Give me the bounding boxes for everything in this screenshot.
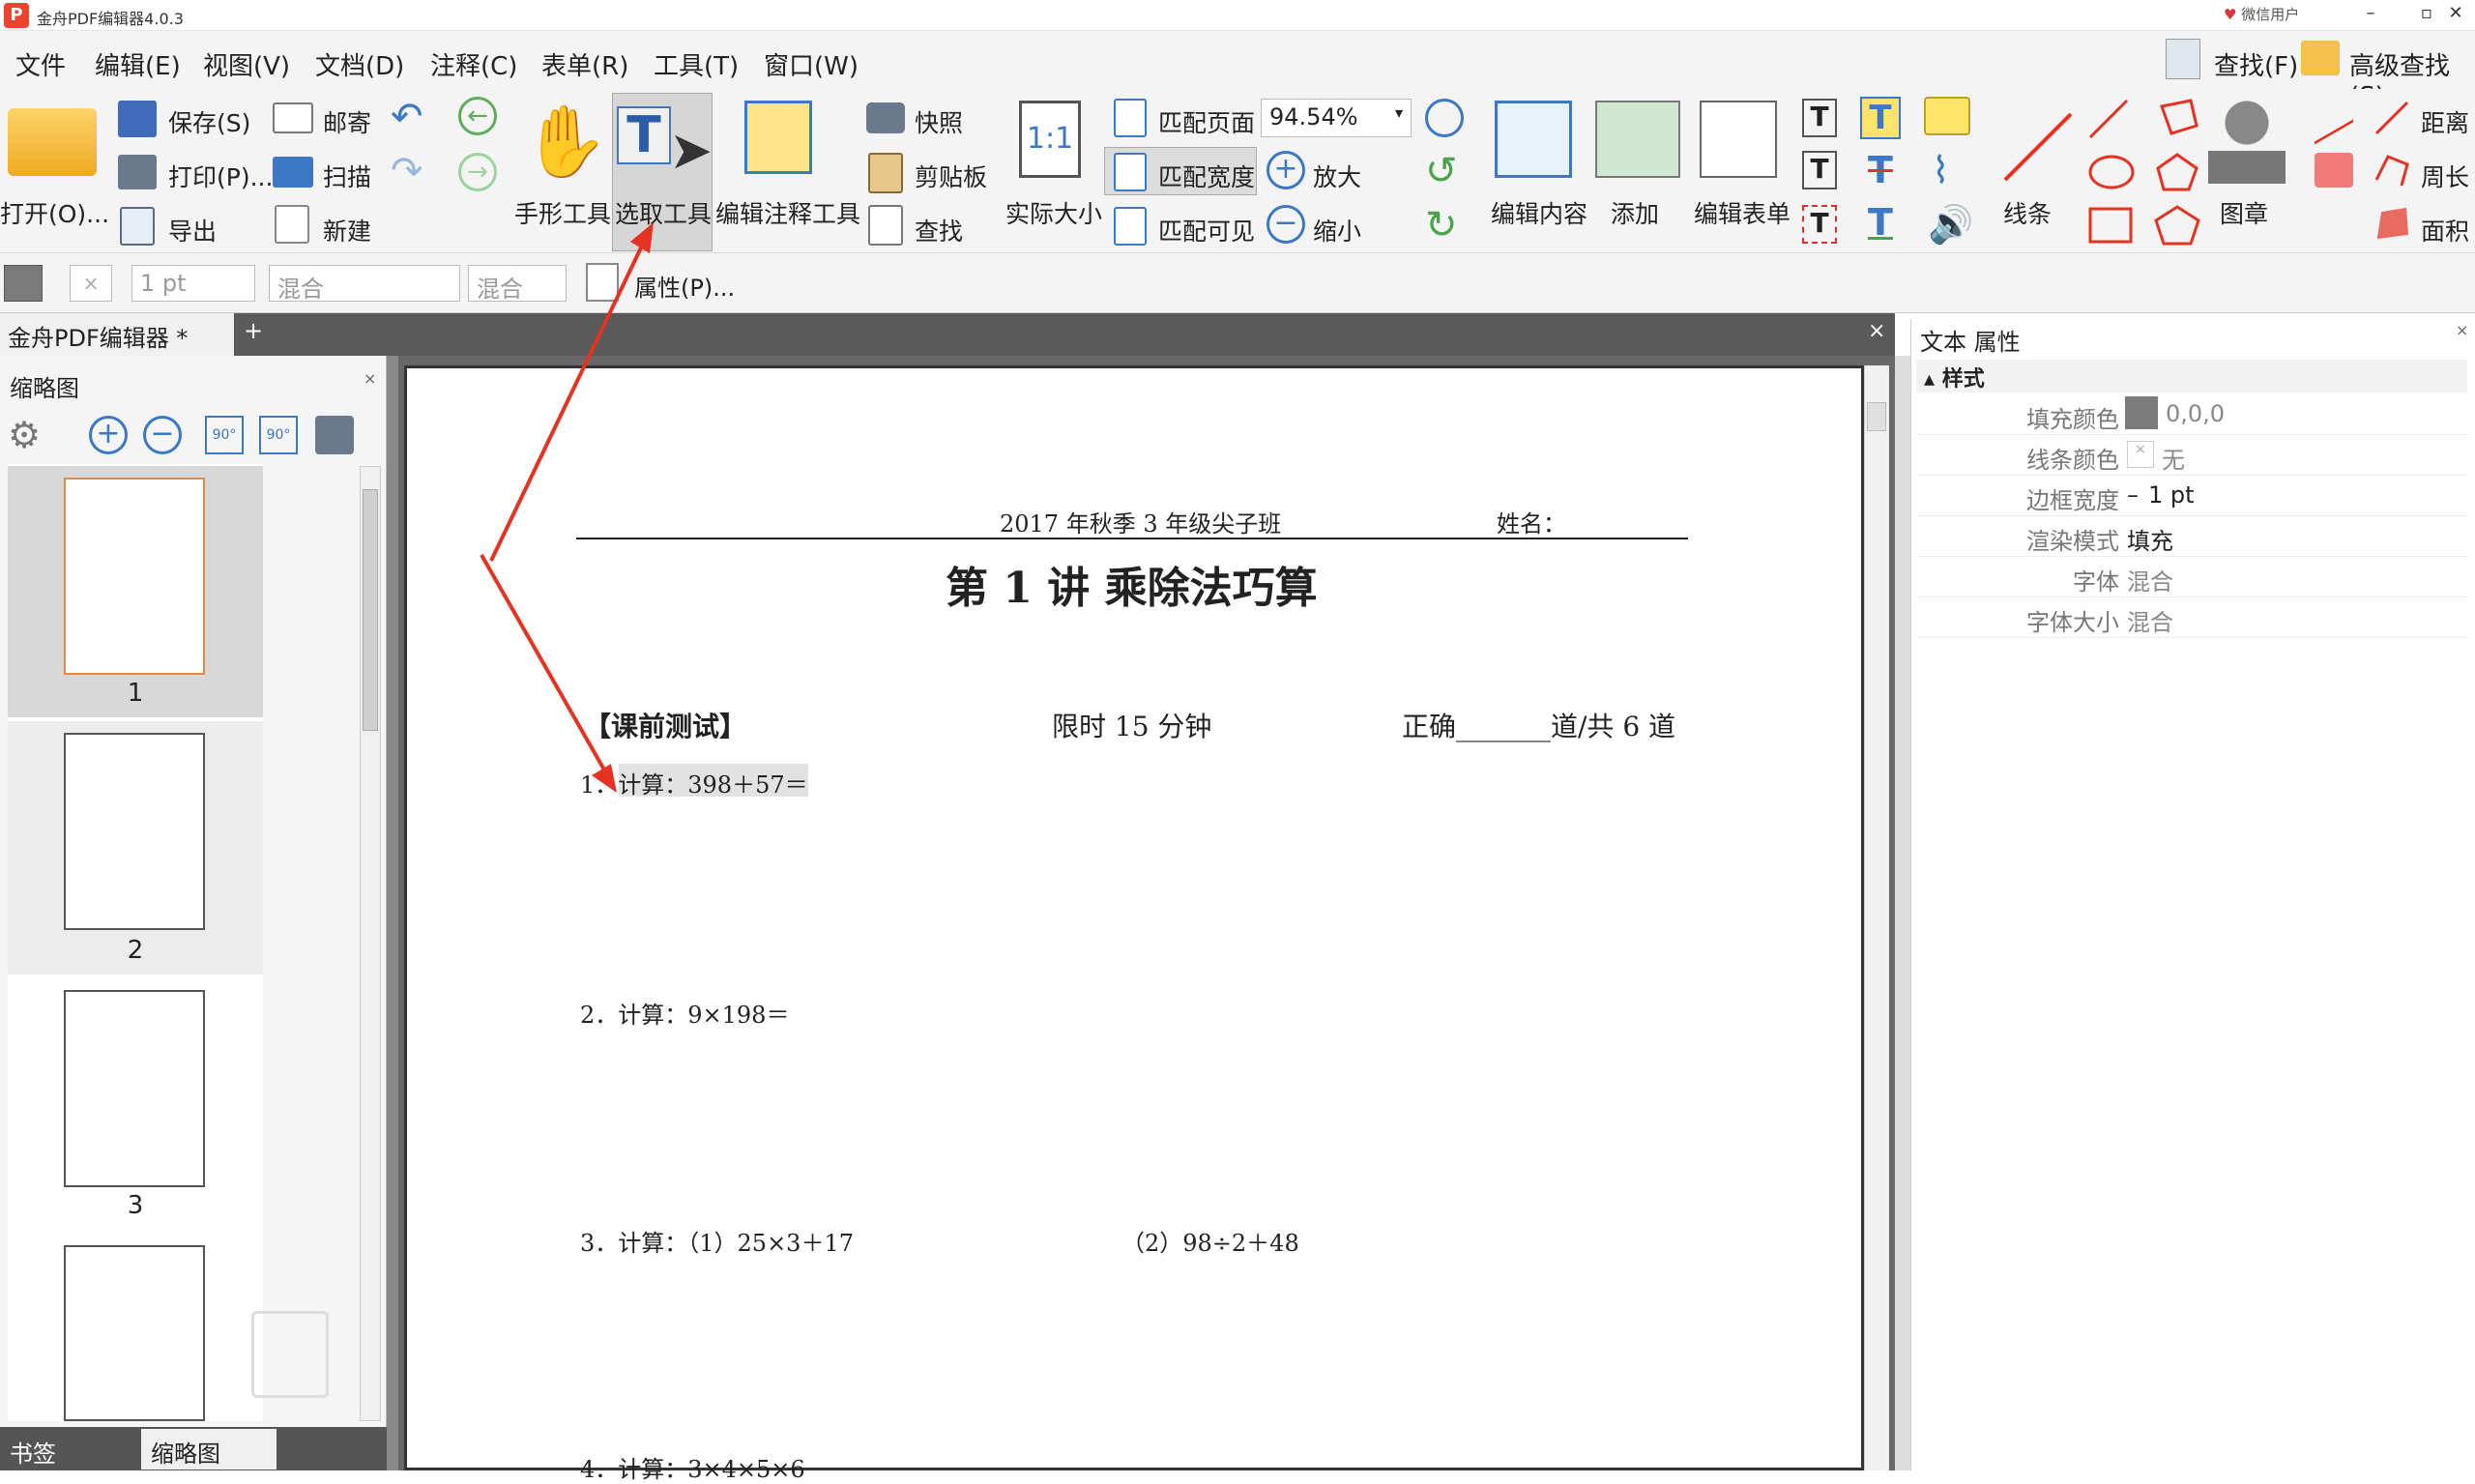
properties-close-icon[interactable]: × — [2456, 321, 2468, 339]
no-color-icon: × — [2127, 441, 2154, 468]
prop-label: 边框宽度 — [2026, 487, 2119, 514]
prop-value: 混合 — [2127, 568, 2173, 596]
arrow-head-down — [592, 764, 617, 793]
fill-color-swatch-icon — [2125, 396, 2158, 429]
prop-label: 线条颜色 — [2026, 447, 2119, 474]
prop-value: 0,0,0 — [2166, 400, 2226, 427]
dash-icon: – — [2127, 481, 2139, 509]
prop-label: 字体大小 — [2026, 609, 2119, 636]
prop-value: 1 pt — [2148, 481, 2195, 509]
prop-value: 混合 — [2127, 609, 2173, 636]
prop-label: 填充颜色 — [2026, 406, 2119, 433]
prop-value: 无 — [2162, 447, 2185, 474]
style-section-header[interactable]: ▴ 样式 — [1916, 360, 2467, 393]
properties-panel-title: 文本 属性 — [1920, 329, 2021, 356]
collapse-triangle-icon: ▴ — [1924, 367, 1942, 392]
style-section-label: 样式 — [1941, 367, 1985, 392]
prop-label: 字体 — [2073, 568, 2119, 596]
prop-value: 填充 — [2127, 528, 2173, 555]
prop-label: 渲染模式 — [2026, 528, 2119, 555]
